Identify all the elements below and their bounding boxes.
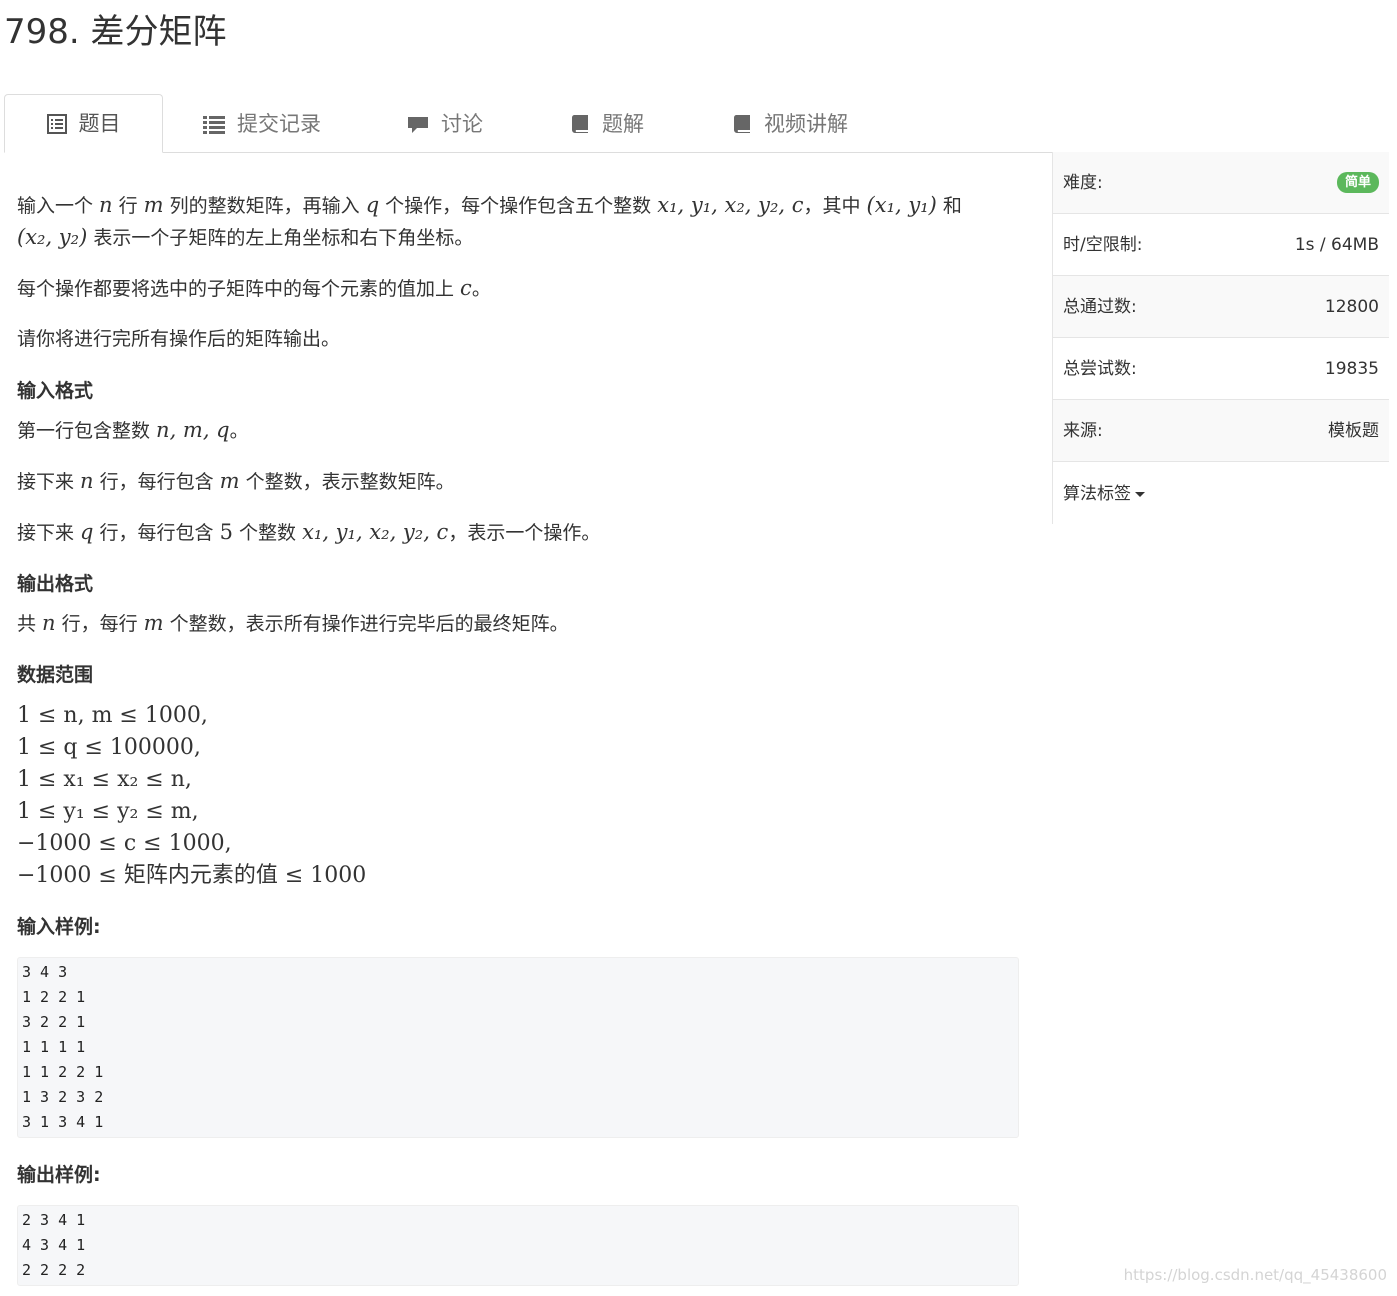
limit-row: 时/空限制: 1s / 64MB <box>1053 214 1389 276</box>
code-line: 3 1 3 4 1 <box>22 1113 104 1131</box>
list-icon <box>203 114 225 134</box>
code-line: 4 3 4 1 <box>22 1236 86 1254</box>
tab-solutions[interactable]: 题解 <box>570 94 644 152</box>
tab-submissions[interactable]: 提交记录 <box>203 94 321 152</box>
passed-label: 总通过数: <box>1063 297 1137 317</box>
description-line-1: 输入一个 n 行 m 列的整数矩阵，再输入 q 个操作，每个操作包含五个整数 x… <box>17 193 962 217</box>
code-line: 1 1 2 2 1 <box>22 1063 104 1081</box>
output-format-heading: 输出格式 <box>17 573 94 595</box>
book-icon <box>570 114 590 134</box>
input-format-line-3: 接下来 q 行，每行包含 5 个整数 x₁, y₁, x₂, y₂, c，表示一… <box>17 520 601 544</box>
limit-value: 1s / 64MB <box>1294 235 1379 255</box>
list-alt-icon <box>46 114 67 134</box>
attempts-label: 总尝试数: <box>1063 359 1137 379</box>
constraints-list: 1 ≤ n, m ≤ 1000, 1 ≤ q ≤ 100000, 1 ≤ x₁ … <box>17 700 366 892</box>
source-row: 来源: 模板题 <box>1053 400 1389 462</box>
sample-output-block[interactable]: 2 3 4 1 4 3 4 1 2 2 2 2 <box>17 1205 1019 1286</box>
tab-label: 提交记录 <box>237 112 321 136</box>
tab-bar: 题目 提交记录 讨论 题解 视频讲解 <box>4 94 1388 153</box>
constraint-line: 1 ≤ q ≤ 100000, <box>17 735 201 760</box>
watermark: https://blog.csdn.net/qq_45438600 <box>1123 1266 1387 1284</box>
code-line: 2 2 2 2 <box>22 1261 86 1279</box>
difficulty-label: 难度: <box>1063 173 1103 193</box>
code-line: 3 4 3 <box>22 963 68 981</box>
constraint-line: −1000 ≤ c ≤ 1000, <box>17 831 232 856</box>
tab-discussion[interactable]: 讨论 <box>407 94 483 152</box>
comment-icon <box>407 114 429 134</box>
tab-label: 题目 <box>78 111 121 136</box>
problem-info-panel: 难度: 简单 时/空限制: 1s / 64MB 总通过数: 12800 总尝试数… <box>1052 152 1389 524</box>
code-line: 3 2 2 1 <box>22 1013 86 1031</box>
attempts-value: 19835 <box>1324 359 1379 379</box>
source-value: 模板题 <box>1328 421 1379 441</box>
passed-value: 12800 <box>1324 297 1379 317</box>
caret-down-icon <box>1135 491 1145 497</box>
tab-video[interactable]: 视频讲解 <box>732 94 848 152</box>
description-para-2: 每个操作都要将选中的子矩阵中的每个元素的值加上 c。 <box>17 276 491 300</box>
input-format-line-1: 第一行包含整数 n, m, q。 <box>17 418 249 442</box>
algorithm-tags-dropdown[interactable]: 算法标签 <box>1063 476 1145 512</box>
tab-problem[interactable]: 题目 <box>4 94 163 153</box>
constraint-line: −1000 ≤ 矩阵内元素的值 ≤ 1000 <box>17 863 367 888</box>
passed-row: 总通过数: 12800 <box>1053 276 1389 338</box>
input-format-line-2: 接下来 n 行，每行包含 m 个整数，表示整数矩阵。 <box>17 469 455 493</box>
page-title: 798. 差分矩阵 <box>4 12 227 52</box>
description-line-2: (x₂, y₂) 表示一个子矩阵的左上角坐标和右下角坐标。 <box>17 225 474 249</box>
tags-label: 算法标签 <box>1063 484 1131 504</box>
book-icon <box>732 114 752 134</box>
sample-input-heading: 输入样例: <box>17 916 101 938</box>
limit-label: 时/空限制: <box>1063 235 1143 255</box>
constraint-line: 1 ≤ n, m ≤ 1000, <box>17 703 208 728</box>
constraint-line: 1 ≤ x₁ ≤ x₂ ≤ n, <box>17 767 192 792</box>
tab-label: 讨论 <box>441 112 483 136</box>
constraints-heading: 数据范围 <box>17 664 94 686</box>
code-line: 1 2 2 1 <box>22 988 86 1006</box>
code-line: 1 3 2 3 2 <box>22 1088 104 1106</box>
output-format-line: 共 n 行，每行 m 个整数，表示所有操作进行完毕后的最终矩阵。 <box>17 611 569 635</box>
code-line: 1 1 1 1 <box>22 1038 86 1056</box>
source-label: 来源: <box>1063 421 1103 441</box>
sample-input-block[interactable]: 3 4 3 1 2 2 1 3 2 2 1 1 1 1 1 1 1 2 2 1 … <box>17 957 1019 1138</box>
tab-label: 视频讲解 <box>764 112 848 136</box>
tab-label: 题解 <box>602 112 644 136</box>
description-para-3: 请你将进行完所有操作后的矩阵输出。 <box>17 328 341 350</box>
difficulty-badge: 简单 <box>1336 172 1379 193</box>
attempts-row: 总尝试数: 19835 <box>1053 338 1389 400</box>
sample-output-heading: 输出样例: <box>17 1164 101 1186</box>
code-line: 2 3 4 1 <box>22 1211 86 1229</box>
constraint-line: 1 ≤ y₁ ≤ y₂ ≤ m, <box>17 799 199 824</box>
difficulty-row: 难度: 简单 <box>1053 152 1389 214</box>
input-format-heading: 输入格式 <box>17 380 94 402</box>
